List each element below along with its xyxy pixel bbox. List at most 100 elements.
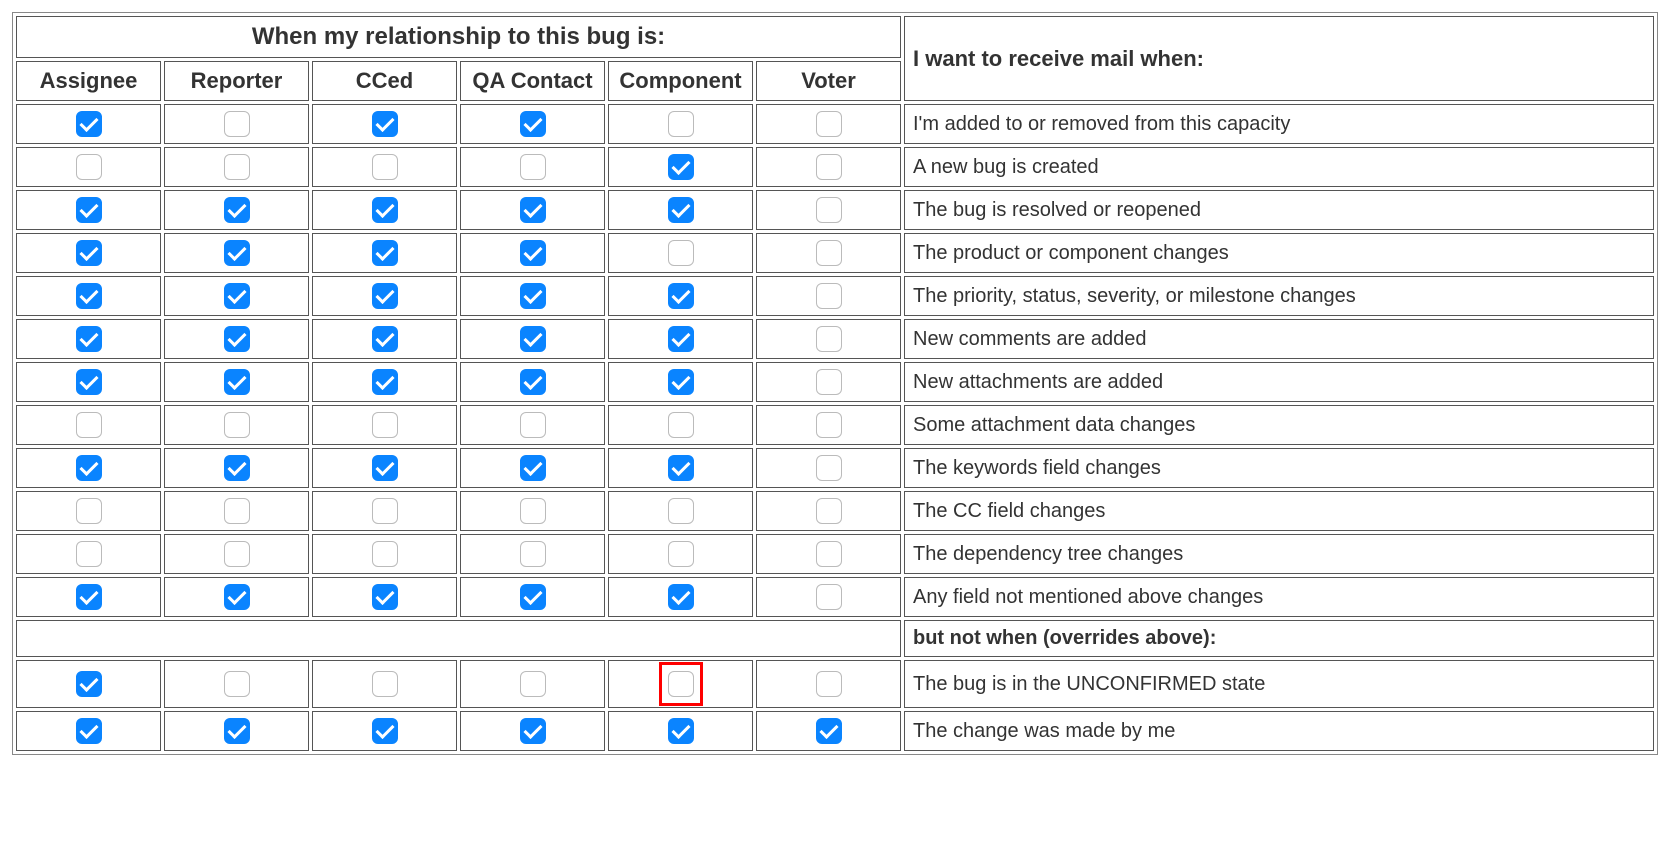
pref-checkbox[interactable] bbox=[520, 240, 546, 266]
override-checkbox[interactable] bbox=[224, 671, 250, 697]
pref-checkbox[interactable] bbox=[76, 283, 102, 309]
pref-row: Some attachment data changes bbox=[16, 405, 1654, 445]
pref-checkbox[interactable] bbox=[816, 111, 842, 137]
pref-checkbox[interactable] bbox=[372, 412, 398, 438]
pref-checkbox[interactable] bbox=[668, 541, 694, 567]
pref-checkbox[interactable] bbox=[372, 455, 398, 481]
pref-checkbox[interactable] bbox=[668, 412, 694, 438]
pref-checkbox[interactable] bbox=[224, 455, 250, 481]
pref-checkbox[interactable] bbox=[224, 584, 250, 610]
pref-checkbox[interactable] bbox=[668, 240, 694, 266]
override-checkbox[interactable] bbox=[372, 718, 398, 744]
pref-checkbox[interactable] bbox=[224, 326, 250, 352]
email-prefs-table: When my relationship to this bug is:I wa… bbox=[12, 12, 1658, 755]
column-header: CCed bbox=[312, 61, 457, 101]
override-checkbox[interactable] bbox=[520, 671, 546, 697]
pref-checkbox[interactable] bbox=[520, 412, 546, 438]
but-not-header: but not when (overrides above): bbox=[904, 620, 1654, 657]
pref-checkbox[interactable] bbox=[816, 154, 842, 180]
pref-checkbox[interactable] bbox=[520, 283, 546, 309]
pref-checkbox[interactable] bbox=[520, 154, 546, 180]
pref-checkbox[interactable] bbox=[816, 197, 842, 223]
pref-checkbox[interactable] bbox=[76, 541, 102, 567]
override-label: The bug is in the UNCONFIRMED state bbox=[904, 660, 1654, 708]
pref-row: The priority, status, severity, or miles… bbox=[16, 276, 1654, 316]
pref-checkbox[interactable] bbox=[372, 369, 398, 395]
pref-checkbox[interactable] bbox=[76, 240, 102, 266]
pref-checkbox[interactable] bbox=[668, 584, 694, 610]
pref-checkbox[interactable] bbox=[224, 498, 250, 524]
pref-checkbox[interactable] bbox=[372, 154, 398, 180]
override-checkbox[interactable] bbox=[224, 718, 250, 744]
pref-checkbox[interactable] bbox=[520, 111, 546, 137]
override-checkbox[interactable] bbox=[668, 671, 694, 697]
override-checkbox[interactable] bbox=[816, 718, 842, 744]
pref-label: Any field not mentioned above changes bbox=[904, 577, 1654, 617]
pref-checkbox[interactable] bbox=[224, 283, 250, 309]
pref-checkbox[interactable] bbox=[520, 584, 546, 610]
override-checkbox[interactable] bbox=[816, 671, 842, 697]
relationship-header: When my relationship to this bug is: bbox=[16, 16, 901, 58]
pref-checkbox[interactable] bbox=[372, 240, 398, 266]
pref-label: Some attachment data changes bbox=[904, 405, 1654, 445]
pref-checkbox[interactable] bbox=[668, 455, 694, 481]
pref-checkbox[interactable] bbox=[76, 584, 102, 610]
pref-checkbox[interactable] bbox=[372, 111, 398, 137]
override-row: The bug is in the UNCONFIRMED state bbox=[16, 660, 1654, 708]
pref-checkbox[interactable] bbox=[668, 154, 694, 180]
pref-checkbox[interactable] bbox=[520, 197, 546, 223]
pref-checkbox[interactable] bbox=[76, 154, 102, 180]
pref-row: New attachments are added bbox=[16, 362, 1654, 402]
pref-checkbox[interactable] bbox=[816, 326, 842, 352]
pref-checkbox[interactable] bbox=[668, 197, 694, 223]
pref-checkbox[interactable] bbox=[224, 197, 250, 223]
pref-checkbox[interactable] bbox=[372, 498, 398, 524]
pref-checkbox[interactable] bbox=[816, 240, 842, 266]
pref-checkbox[interactable] bbox=[372, 283, 398, 309]
pref-row: The bug is resolved or reopened bbox=[16, 190, 1654, 230]
pref-checkbox[interactable] bbox=[520, 498, 546, 524]
pref-checkbox[interactable] bbox=[76, 498, 102, 524]
pref-checkbox[interactable] bbox=[668, 283, 694, 309]
override-checkbox[interactable] bbox=[76, 718, 102, 744]
pref-checkbox[interactable] bbox=[76, 455, 102, 481]
pref-checkbox[interactable] bbox=[224, 240, 250, 266]
pref-checkbox[interactable] bbox=[224, 369, 250, 395]
override-checkbox[interactable] bbox=[372, 671, 398, 697]
pref-row: I'm added to or removed from this capaci… bbox=[16, 104, 1654, 144]
pref-checkbox[interactable] bbox=[668, 498, 694, 524]
override-checkbox[interactable] bbox=[520, 718, 546, 744]
pref-checkbox[interactable] bbox=[816, 498, 842, 524]
pref-checkbox[interactable] bbox=[76, 197, 102, 223]
pref-label: A new bug is created bbox=[904, 147, 1654, 187]
pref-checkbox[interactable] bbox=[816, 584, 842, 610]
pref-checkbox[interactable] bbox=[668, 111, 694, 137]
pref-checkbox[interactable] bbox=[224, 412, 250, 438]
pref-checkbox[interactable] bbox=[224, 154, 250, 180]
pref-checkbox[interactable] bbox=[372, 197, 398, 223]
pref-checkbox[interactable] bbox=[76, 326, 102, 352]
pref-checkbox[interactable] bbox=[520, 455, 546, 481]
pref-label: The product or component changes bbox=[904, 233, 1654, 273]
pref-checkbox[interactable] bbox=[520, 369, 546, 395]
pref-label: I'm added to or removed from this capaci… bbox=[904, 104, 1654, 144]
pref-checkbox[interactable] bbox=[224, 541, 250, 567]
pref-checkbox[interactable] bbox=[372, 584, 398, 610]
pref-checkbox[interactable] bbox=[372, 326, 398, 352]
pref-checkbox[interactable] bbox=[372, 541, 398, 567]
pref-checkbox[interactable] bbox=[224, 111, 250, 137]
pref-checkbox[interactable] bbox=[520, 541, 546, 567]
pref-checkbox[interactable] bbox=[520, 326, 546, 352]
override-checkbox[interactable] bbox=[668, 718, 694, 744]
pref-checkbox[interactable] bbox=[668, 326, 694, 352]
pref-checkbox[interactable] bbox=[816, 369, 842, 395]
pref-checkbox[interactable] bbox=[816, 283, 842, 309]
pref-checkbox[interactable] bbox=[816, 541, 842, 567]
pref-checkbox[interactable] bbox=[76, 412, 102, 438]
override-checkbox[interactable] bbox=[76, 671, 102, 697]
pref-checkbox[interactable] bbox=[668, 369, 694, 395]
pref-checkbox[interactable] bbox=[816, 412, 842, 438]
pref-checkbox[interactable] bbox=[816, 455, 842, 481]
pref-checkbox[interactable] bbox=[76, 111, 102, 137]
pref-checkbox[interactable] bbox=[76, 369, 102, 395]
